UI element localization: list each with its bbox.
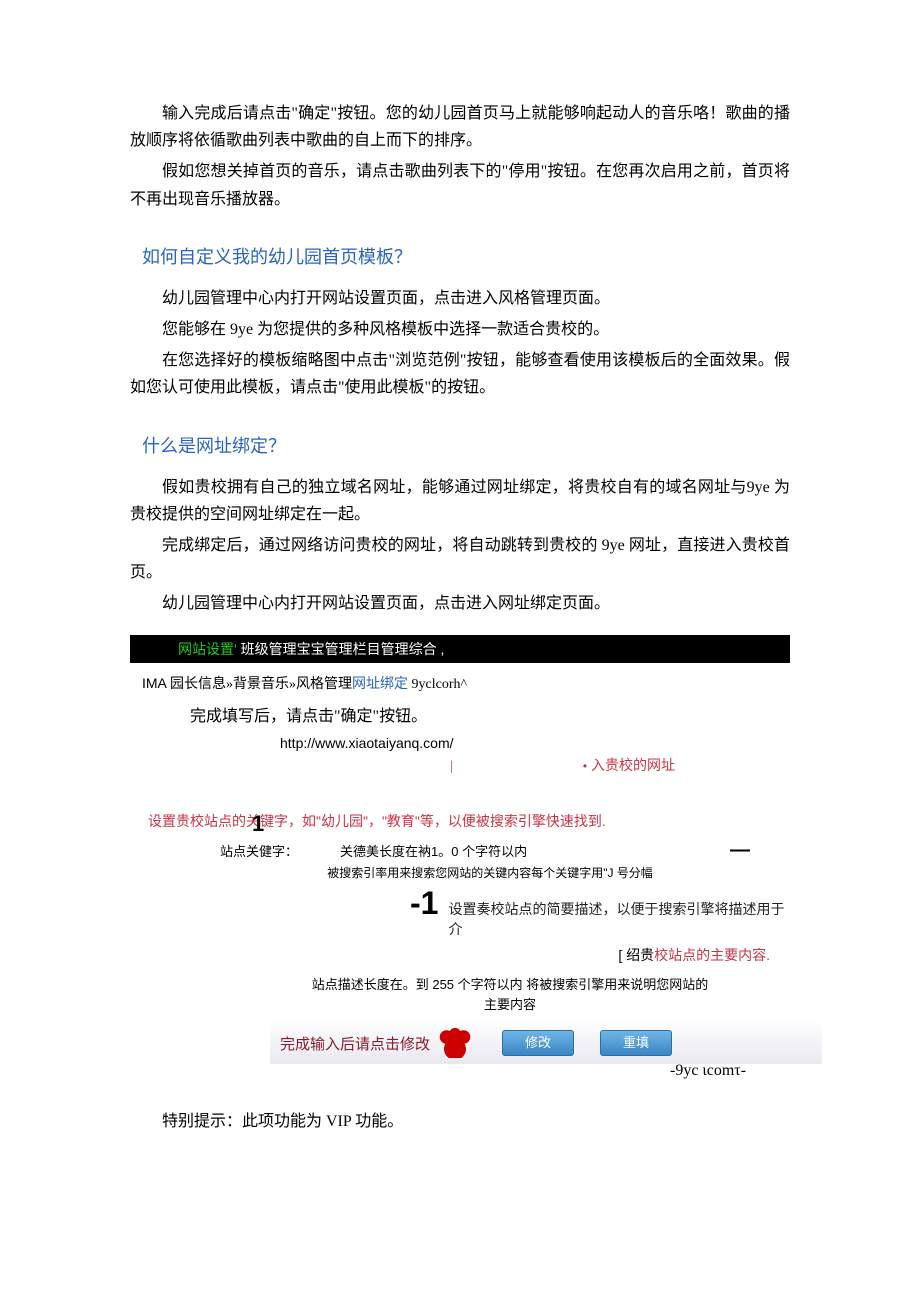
top-nav-bar: 网站设置' 班级管理宝宝管理栏目管理综合 ,: [130, 635, 790, 663]
modify-button[interactable]: 修改: [502, 1030, 574, 1056]
heading-template: 如何自定义我的幼儿园首页模板？: [142, 243, 790, 269]
keyword-limit: 关德美长度在衲1。0 个字符以内: [340, 841, 527, 860]
example-url: http://www.xiaotaiyanq.com/: [280, 735, 790, 751]
paragraph: 幼儿园管理中心内打开网站设置页面，点击进入网址绑定页面。: [130, 590, 790, 617]
desc-limit-text: 站点描述长度在。到 255 个字符以内 将被搜索引擎用来说明您网站的主要内容: [310, 975, 710, 1017]
marker-neg1: -1: [410, 885, 438, 922]
button-row: 完成输入后请点击修改 修改 重填: [270, 1022, 822, 1064]
paragraph: 在您选择好的模板缩略图中点击"浏览范例"按钮，能够查看使用该模板后的全面效果。假…: [130, 347, 790, 401]
keyword-row: 站点关健字： 关德美长度在衲1。0 个字符以内 —: [130, 839, 790, 862]
keyword-label: 站点关健字：: [220, 841, 300, 860]
paragraph: 假如贵校拥有自己的独立域名网址，能够通过网址绑定，将贵校自有的域名网址与9ye …: [130, 474, 790, 528]
bracket-black: [ 绍贵: [618, 947, 654, 963]
desc-tip-row: -1 设置奏校站点的简要描述，以便于搜索引擎将描述用于介: [130, 889, 790, 939]
subnav-current[interactable]: 网址绑定: [352, 677, 408, 692]
button-row-lead: 完成输入后请点击修改: [280, 1033, 430, 1054]
nav-items-rest: 班级管理宝宝管理栏目管理综合 ,: [237, 641, 445, 657]
marker-1: 1: [252, 811, 264, 837]
paragraph: 幼儿园管理中心内打开网站设置页面，点击进入风格管理页面。: [130, 285, 790, 312]
dash-icon: —: [730, 839, 750, 862]
paragraph: 完成填写后，请点击"确定"按钮。: [190, 703, 790, 730]
keyword-block: 1 设置贵校站点的关键字，如"幼儿园"，"教育"等，以便被搜索引擎快速找到.: [130, 811, 790, 831]
bracket-red: 校站点的主要内容.: [654, 947, 770, 963]
sub-nav: IMA 园长信息»背景音乐»风格管理网址绑定 9yclcorh^: [142, 673, 790, 693]
paragraph: 完成绑定后，通过网络访问贵校的网址，将自动跳转到贵校的 9ye 网址，直接进入贵…: [130, 532, 790, 586]
paragraph: 您能够在 9ye 为您提供的多种风格模板中选择一款适合贵校的。: [130, 316, 790, 343]
desc-tip: 设置奏校站点的简要描述，以便于搜索引擎将描述用于介: [448, 899, 790, 939]
paragraph: 输入完成后请点击"确定"按钮。您的幼儿园首页马上就能够响起动人的音乐咯！歌曲的播…: [130, 100, 790, 154]
footer-note: 特别提示：此项功能为 VIP 功能。: [130, 1108, 790, 1135]
keyword-tip: 设置贵校站点的关键字，如"幼儿园"，"教育"等，以便被搜索引擎快速找到.: [148, 811, 790, 831]
url-input-row: | •入贵校的网址: [130, 755, 790, 775]
subnav-prefix: IMA: [142, 675, 170, 691]
trail-text: -9yc ιcomτ-: [670, 1062, 790, 1080]
paw-icon: [438, 1028, 472, 1058]
document-page: 输入完成后请点击"确定"按钮。您的幼儿园首页马上就能够响起动人的音乐咯！歌曲的播…: [0, 0, 920, 1219]
input-annotation: •入贵校的网址: [583, 755, 675, 775]
keyword-hint: 被搜索引率用来搜索您网站的关键内容每个关键字用"J 号分幅: [230, 864, 750, 881]
subnav-tail: 9yclcorh^: [408, 677, 467, 692]
reset-button[interactable]: 重填: [600, 1030, 672, 1056]
nav-item-site-settings[interactable]: 网站设置': [178, 641, 237, 657]
subnav-items: 园长信息»背景音乐»风格管理: [170, 677, 352, 692]
bullet-icon: •: [583, 759, 587, 773]
paragraph: 假如您想关掉首页的音乐，请点击歌曲列表下的"停用"按钮。在您再次启用之前，首页将…: [130, 158, 790, 212]
cursor-mark: |: [450, 759, 453, 775]
heading-binding: 什么是网址绑定？: [142, 432, 790, 458]
desc-bracket-line: [ 绍贵校站点的主要内容.: [130, 945, 770, 965]
